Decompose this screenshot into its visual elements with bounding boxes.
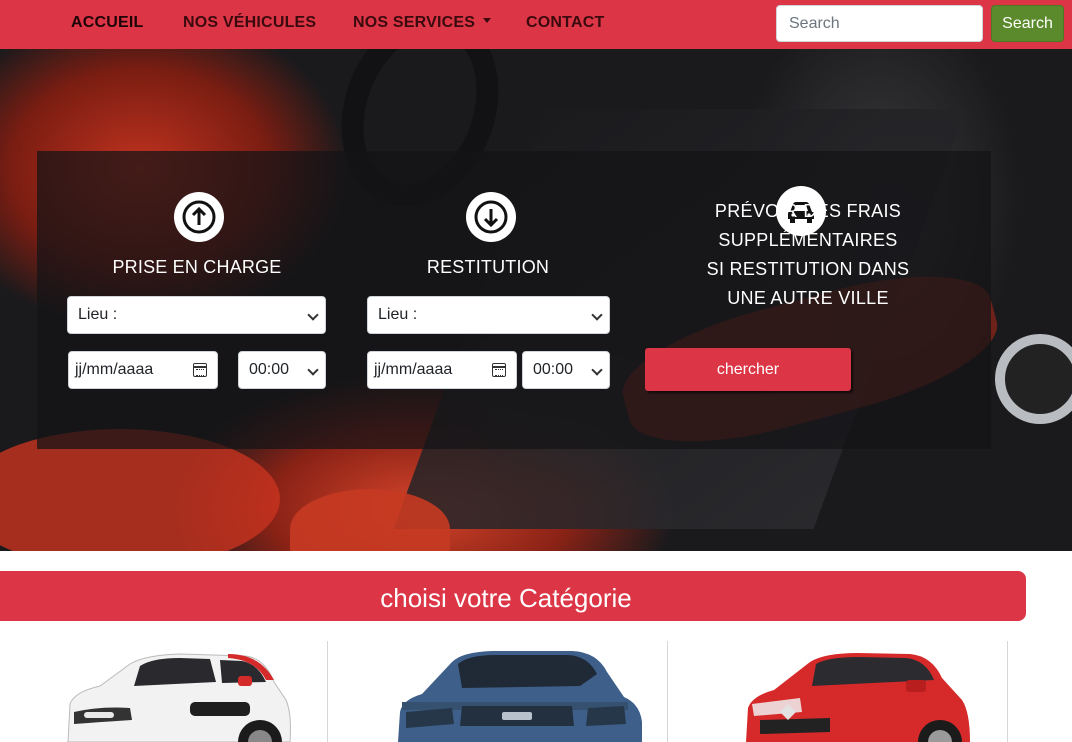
chevron-down-icon	[591, 309, 603, 321]
nav-services-dropdown[interactable]: NOS SERVICES	[353, 14, 492, 32]
notice-line-3: UNE AUTRE VILLE	[727, 288, 889, 308]
notice-line-1: PRÉVOIR DES FRAIS SUPPLÉMENTAIRES	[714, 201, 902, 250]
navbar: ACCUEIL NOS VÉHICULES NOS SERVICES CONTA…	[0, 0, 1072, 49]
chevron-down-icon	[307, 364, 319, 376]
nav-vehicules[interactable]: NOS VÉHICULES	[183, 14, 316, 32]
nav-accueil[interactable]: ACCUEIL	[71, 14, 144, 32]
pickup-location-value: Lieu :	[78, 306, 118, 323]
chercher-button[interactable]: chercher	[645, 348, 851, 391]
category-title: choisi votre Catégorie	[380, 583, 632, 613]
return-date-value: jj/mm/aaaa	[374, 361, 453, 378]
return-date-input[interactable]: jj/mm/aaaa	[367, 351, 517, 389]
car-image-blue-sedan[interactable]	[392, 642, 647, 742]
notice-line-2: SI RESTITUTION DANS	[706, 259, 910, 279]
calendar-icon[interactable]	[193, 363, 207, 377]
pickup-date-input[interactable]: jj/mm/aaaa	[68, 351, 218, 389]
card-divider	[327, 641, 328, 742]
hero-bg-air-vent	[995, 334, 1072, 424]
card-divider	[667, 641, 668, 742]
caret-down-icon	[483, 18, 492, 24]
card-divider	[1007, 641, 1008, 742]
return-time-value: 00:00	[533, 361, 574, 378]
pickup-time-select[interactable]: 00:00	[238, 351, 326, 389]
car-image-red-hatchback[interactable]	[740, 642, 975, 742]
search-button[interactable]: Search	[991, 5, 1064, 42]
chevron-down-icon	[591, 364, 603, 376]
extra-fee-notice: PRÉVOIR DES FRAIS SUPPLÉMENTAIRES SI RES…	[630, 197, 986, 313]
nav-contact[interactable]: CONTACT	[526, 14, 604, 32]
return-location-select[interactable]: Lieu :	[367, 296, 610, 334]
car-image-white-hatchback[interactable]	[60, 642, 295, 742]
pickup-location-select[interactable]: Lieu :	[67, 296, 326, 334]
return-title: RESTITUTION	[426, 257, 550, 277]
arrow-down-circle-icon	[466, 192, 516, 242]
calendar-icon[interactable]	[492, 363, 506, 377]
return-time-select[interactable]: 00:00	[522, 351, 610, 389]
nav-services-label: NOS SERVICES	[353, 14, 476, 31]
arrow-up-circle-icon	[174, 192, 224, 242]
pickup-date-value: jj/mm/aaaa	[75, 361, 154, 378]
chevron-down-icon	[307, 309, 319, 321]
return-location-value: Lieu :	[378, 306, 418, 323]
search-input[interactable]	[776, 5, 983, 42]
pickup-title: PRISE EN CHARGE	[112, 257, 282, 277]
pickup-time-value: 00:00	[249, 361, 290, 378]
